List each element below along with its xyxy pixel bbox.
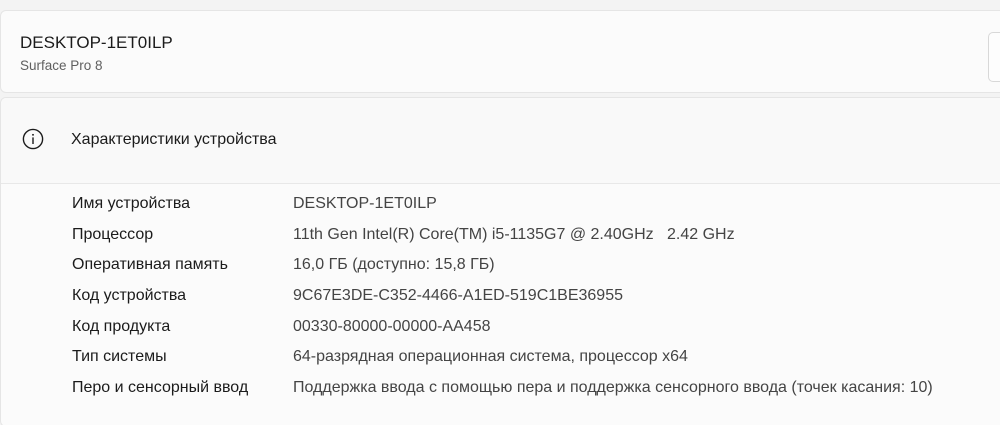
spec-row-ram: Оперативная память 16,0 ГБ (доступно: 15… — [1, 255, 1000, 286]
spec-label: Перо и сенсорный ввод — [72, 379, 249, 397]
spec-label: Код продукта — [72, 317, 171, 335]
spec-row-device-name: Имя устройства DESKTOP-1ET0ILP — [1, 194, 1000, 225]
spec-row-product-id: Код продукта 00330-80000-00000-AA458 — [1, 317, 1000, 348]
spec-row-device-id: Код устройства 9C67E3DE-C352-4466-A1ED-5… — [1, 286, 1000, 317]
spec-value: 9C67E3DE-C352-4466-A1ED-519C1BE36955 — [293, 287, 623, 305]
device-card: DESKTOP-1ET0ILP Surface Pro 8 — [0, 10, 1000, 93]
spec-value: 11th Gen Intel(R) Core(TM) i5-1135G7 @ 2… — [293, 225, 735, 243]
spec-value: DESKTOP-1ET0ILP — [293, 195, 437, 212]
device-specifications-section: Характеристики устройства Имя устройства… — [0, 97, 1000, 425]
rename-button[interactable] — [988, 32, 1000, 82]
device-specifications-title: Характеристики устройства — [71, 131, 277, 148]
spec-row-processor: Процессор 11th Gen Intel(R) Core(TM) i5-… — [1, 225, 1000, 256]
about-page: DESKTOP-1ET0ILP Surface Pro 8 Характерис… — [0, 0, 1000, 425]
device-model: Surface Pro 8 — [20, 58, 103, 73]
specs-list: Имя устройства DESKTOP-1ET0ILP Процессор… — [1, 194, 1000, 409]
spec-label: Оперативная память — [72, 256, 228, 274]
spec-value: 00330-80000-00000-AA458 — [293, 317, 491, 335]
spec-label: Процессор — [72, 225, 154, 243]
spec-value: 64-разрядная операционная система, проце… — [293, 348, 688, 366]
spec-label: Тип системы — [72, 348, 167, 366]
spec-value: Поддержка ввода с помощью пера и поддерж… — [293, 379, 933, 397]
spec-row-system-type: Тип системы 64-разрядная операционная си… — [1, 347, 1000, 378]
device-name: DESKTOP-1ET0ILP — [20, 33, 173, 52]
spec-label: Код устройства — [72, 287, 187, 305]
info-icon — [22, 128, 44, 150]
spec-row-pen-touch: Перо и сенсорный ввод Поддержка ввода с … — [1, 378, 1000, 409]
spec-label: Имя устройства — [72, 195, 191, 212]
device-specifications-header[interactable]: Характеристики устройства — [1, 98, 1000, 184]
spec-value: 16,0 ГБ (доступно: 15,8 ГБ) — [293, 256, 495, 274]
